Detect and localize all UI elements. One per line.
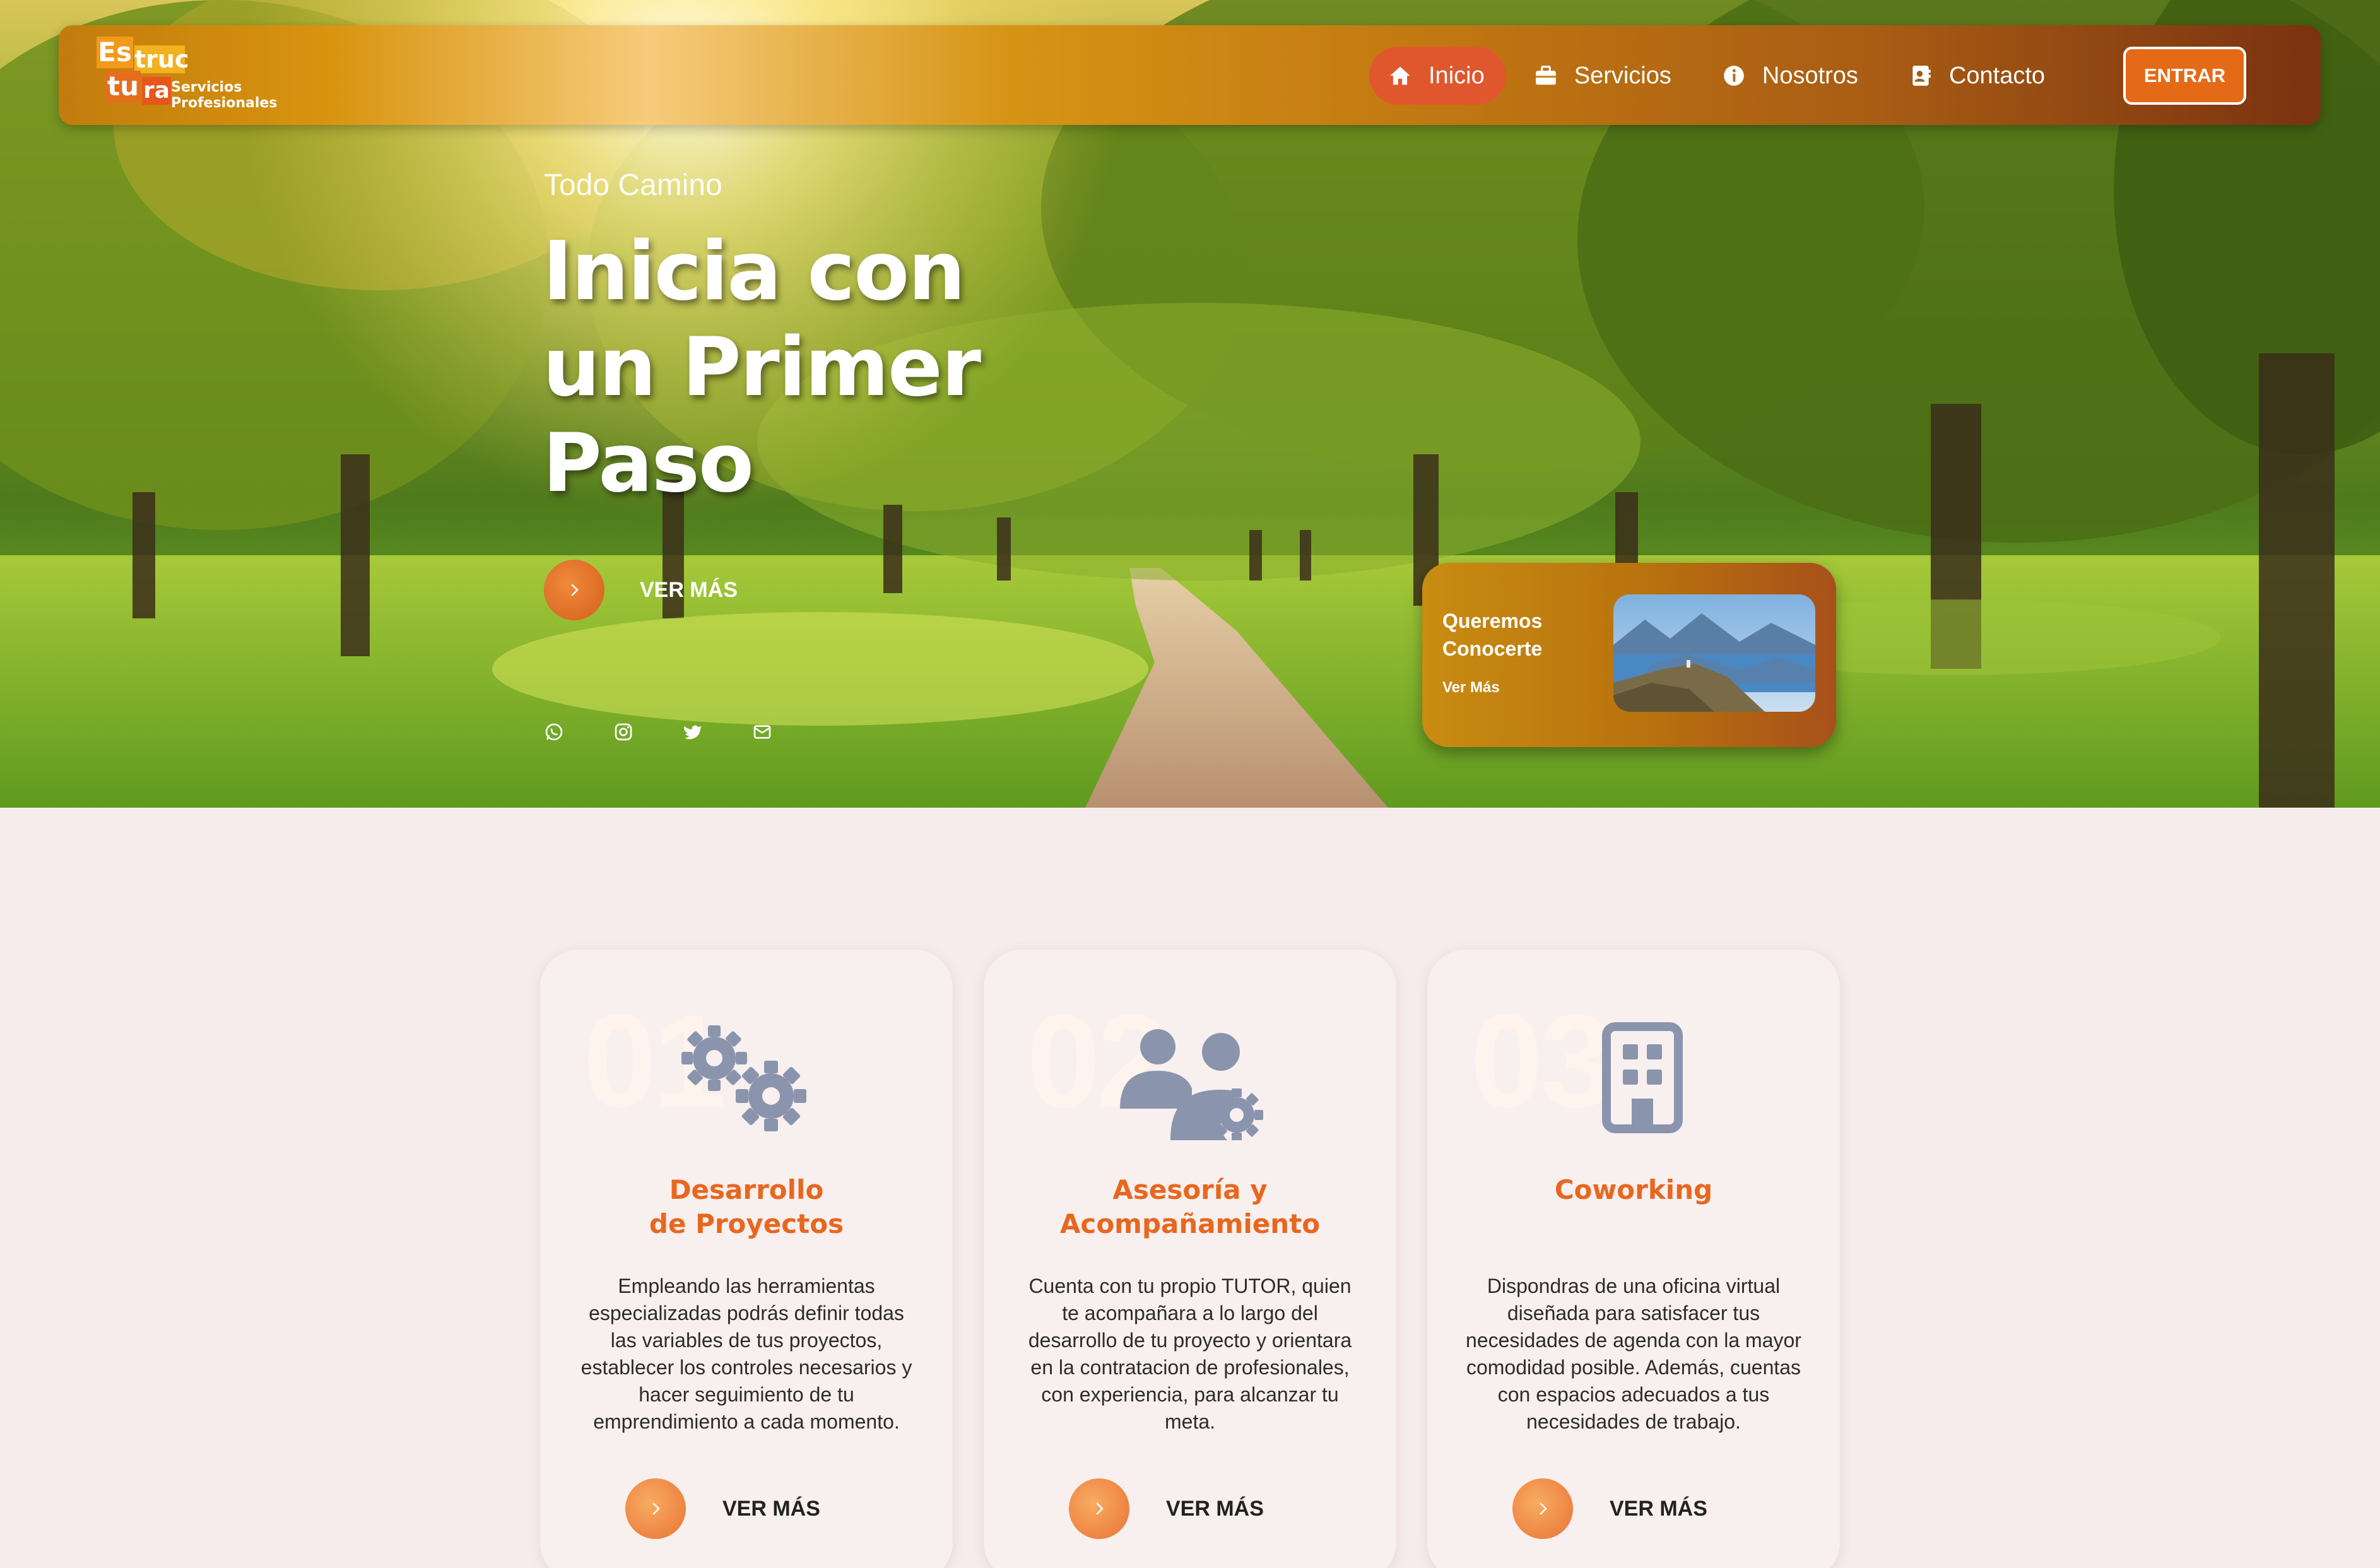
service-card-desarrollo: 01 Desarrollo de Proyectos Empleando las…	[540, 950, 953, 1568]
service-title: Desarrollo de Proyectos	[553, 1173, 940, 1241]
headline-line: Paso	[543, 416, 754, 510]
hero-eyebrow: Todo Camino	[544, 168, 722, 202]
chevron-right-icon	[1096, 1502, 1104, 1515]
logo-block: ra	[142, 77, 171, 105]
service-title-line: Acompañamiento	[1059, 1208, 1321, 1239]
nav-item-servicios[interactable]: Servicios	[1511, 47, 1694, 105]
hero-headline: Inicia con un Primer Paso	[543, 224, 1047, 512]
brand-logo[interactable]: Es truc tu ra Servicios Profesionales	[97, 37, 280, 114]
hero-ver-mas-button[interactable]: VER MÁS	[544, 560, 738, 620]
service-title-line: Desarrollo	[669, 1174, 824, 1205]
service-title: Asesoría y Acompañamiento	[996, 1173, 1384, 1241]
navbar: Es truc tu ra Servicios Profesionales In…	[59, 25, 2321, 125]
chevron-right-icon	[571, 584, 579, 596]
promo-image	[1613, 594, 1815, 712]
service-card-asesoria: 02 Asesoría y Acompañamiento Cuenta con …	[984, 950, 1396, 1568]
logo-block: truc	[134, 45, 189, 73]
service-title-line: Coworking	[1554, 1174, 1713, 1205]
service-title-line: Asesoría y	[1112, 1174, 1268, 1205]
service-ver-mas-button[interactable]: VER MÁS	[625, 1478, 820, 1539]
nav-item-contacto[interactable]: Contacto	[1886, 47, 2068, 105]
logo-block: tu	[105, 71, 141, 102]
users-gear-icon	[1120, 1029, 1263, 1140]
nav-item-nosotros[interactable]: Nosotros	[1699, 47, 1881, 105]
info-icon	[1724, 66, 1744, 86]
briefcase-icon	[1535, 66, 1556, 85]
service-cta-label: VER MÁS	[722, 1496, 820, 1521]
hero-cta-label: VER MÁS	[640, 577, 738, 602]
service-ver-mas-button[interactable]: VER MÁS	[1069, 1478, 1264, 1539]
service-description: Dispondras de una oficina virtual diseña…	[1466, 1275, 1801, 1433]
building-icon	[1602, 1022, 1683, 1133]
promo-link[interactable]: Ver Más	[1442, 679, 1500, 697]
chevron-circle	[1512, 1478, 1573, 1539]
promo-title-line: Queremos	[1442, 610, 1543, 632]
instagram-icon[interactable]	[613, 722, 633, 742]
service-cta-label: VER MÁS	[1610, 1496, 1707, 1521]
home-icon	[1390, 66, 1410, 85]
logo-subtitle-line: Profesionales	[171, 95, 278, 111]
logo-subtitle: Servicios Profesionales	[171, 80, 277, 111]
social-links	[544, 722, 822, 742]
promo-title: Queremos Conocerte	[1442, 607, 1581, 663]
nav-item-label: Contacto	[1948, 62, 2046, 89]
logo-subtitle-line: Servicios	[171, 80, 242, 95]
mountain-lake-image	[1613, 594, 1815, 712]
service-ver-mas-button[interactable]: VER MÁS	[1512, 1478, 1707, 1539]
nav-item-label: Nosotros	[1762, 62, 1858, 89]
nav-menu: Inicio Servicios Nosotros Contacto	[1369, 47, 2073, 105]
chevron-right-icon	[652, 1502, 660, 1515]
twitter-icon[interactable]	[683, 722, 703, 742]
nav-item-label: Inicio	[1429, 62, 1485, 89]
chevron-right-icon	[1540, 1502, 1547, 1515]
promo-title-line: Conocerte	[1442, 637, 1543, 660]
whatsapp-icon[interactable]	[544, 722, 564, 742]
contact-card-icon	[1912, 66, 1931, 86]
gears-icon	[681, 1025, 806, 1131]
service-card-coworking: 03 Coworking Dispondras de una oficina v…	[1427, 950, 1840, 1568]
mail-icon[interactable]	[752, 722, 772, 742]
chevron-circle	[625, 1478, 686, 1539]
hero-section: Es truc tu ra Servicios Profesionales In…	[0, 0, 2380, 808]
nav-item-label: Servicios	[1574, 62, 1671, 89]
headline-line: Inicia con	[543, 225, 965, 319]
service-description: Cuenta con tu propio TUTOR, quien te aco…	[1028, 1275, 1352, 1433]
service-description: Empleando las herramientas especializada…	[580, 1275, 912, 1433]
login-button[interactable]: ENTRAR	[2123, 47, 2246, 105]
headline-line: un Primer	[543, 321, 981, 415]
chevron-circle	[1069, 1478, 1129, 1539]
logo-block: Es	[97, 37, 133, 68]
promo-card[interactable]: Queremos Conocerte Ver Más	[1422, 563, 1836, 747]
service-title-line: de Proyectos	[649, 1208, 844, 1239]
nav-item-inicio[interactable]: Inicio	[1369, 47, 1506, 105]
service-title: Coworking	[1440, 1173, 1827, 1207]
chevron-circle	[544, 560, 604, 620]
service-cta-label: VER MÁS	[1166, 1496, 1264, 1521]
